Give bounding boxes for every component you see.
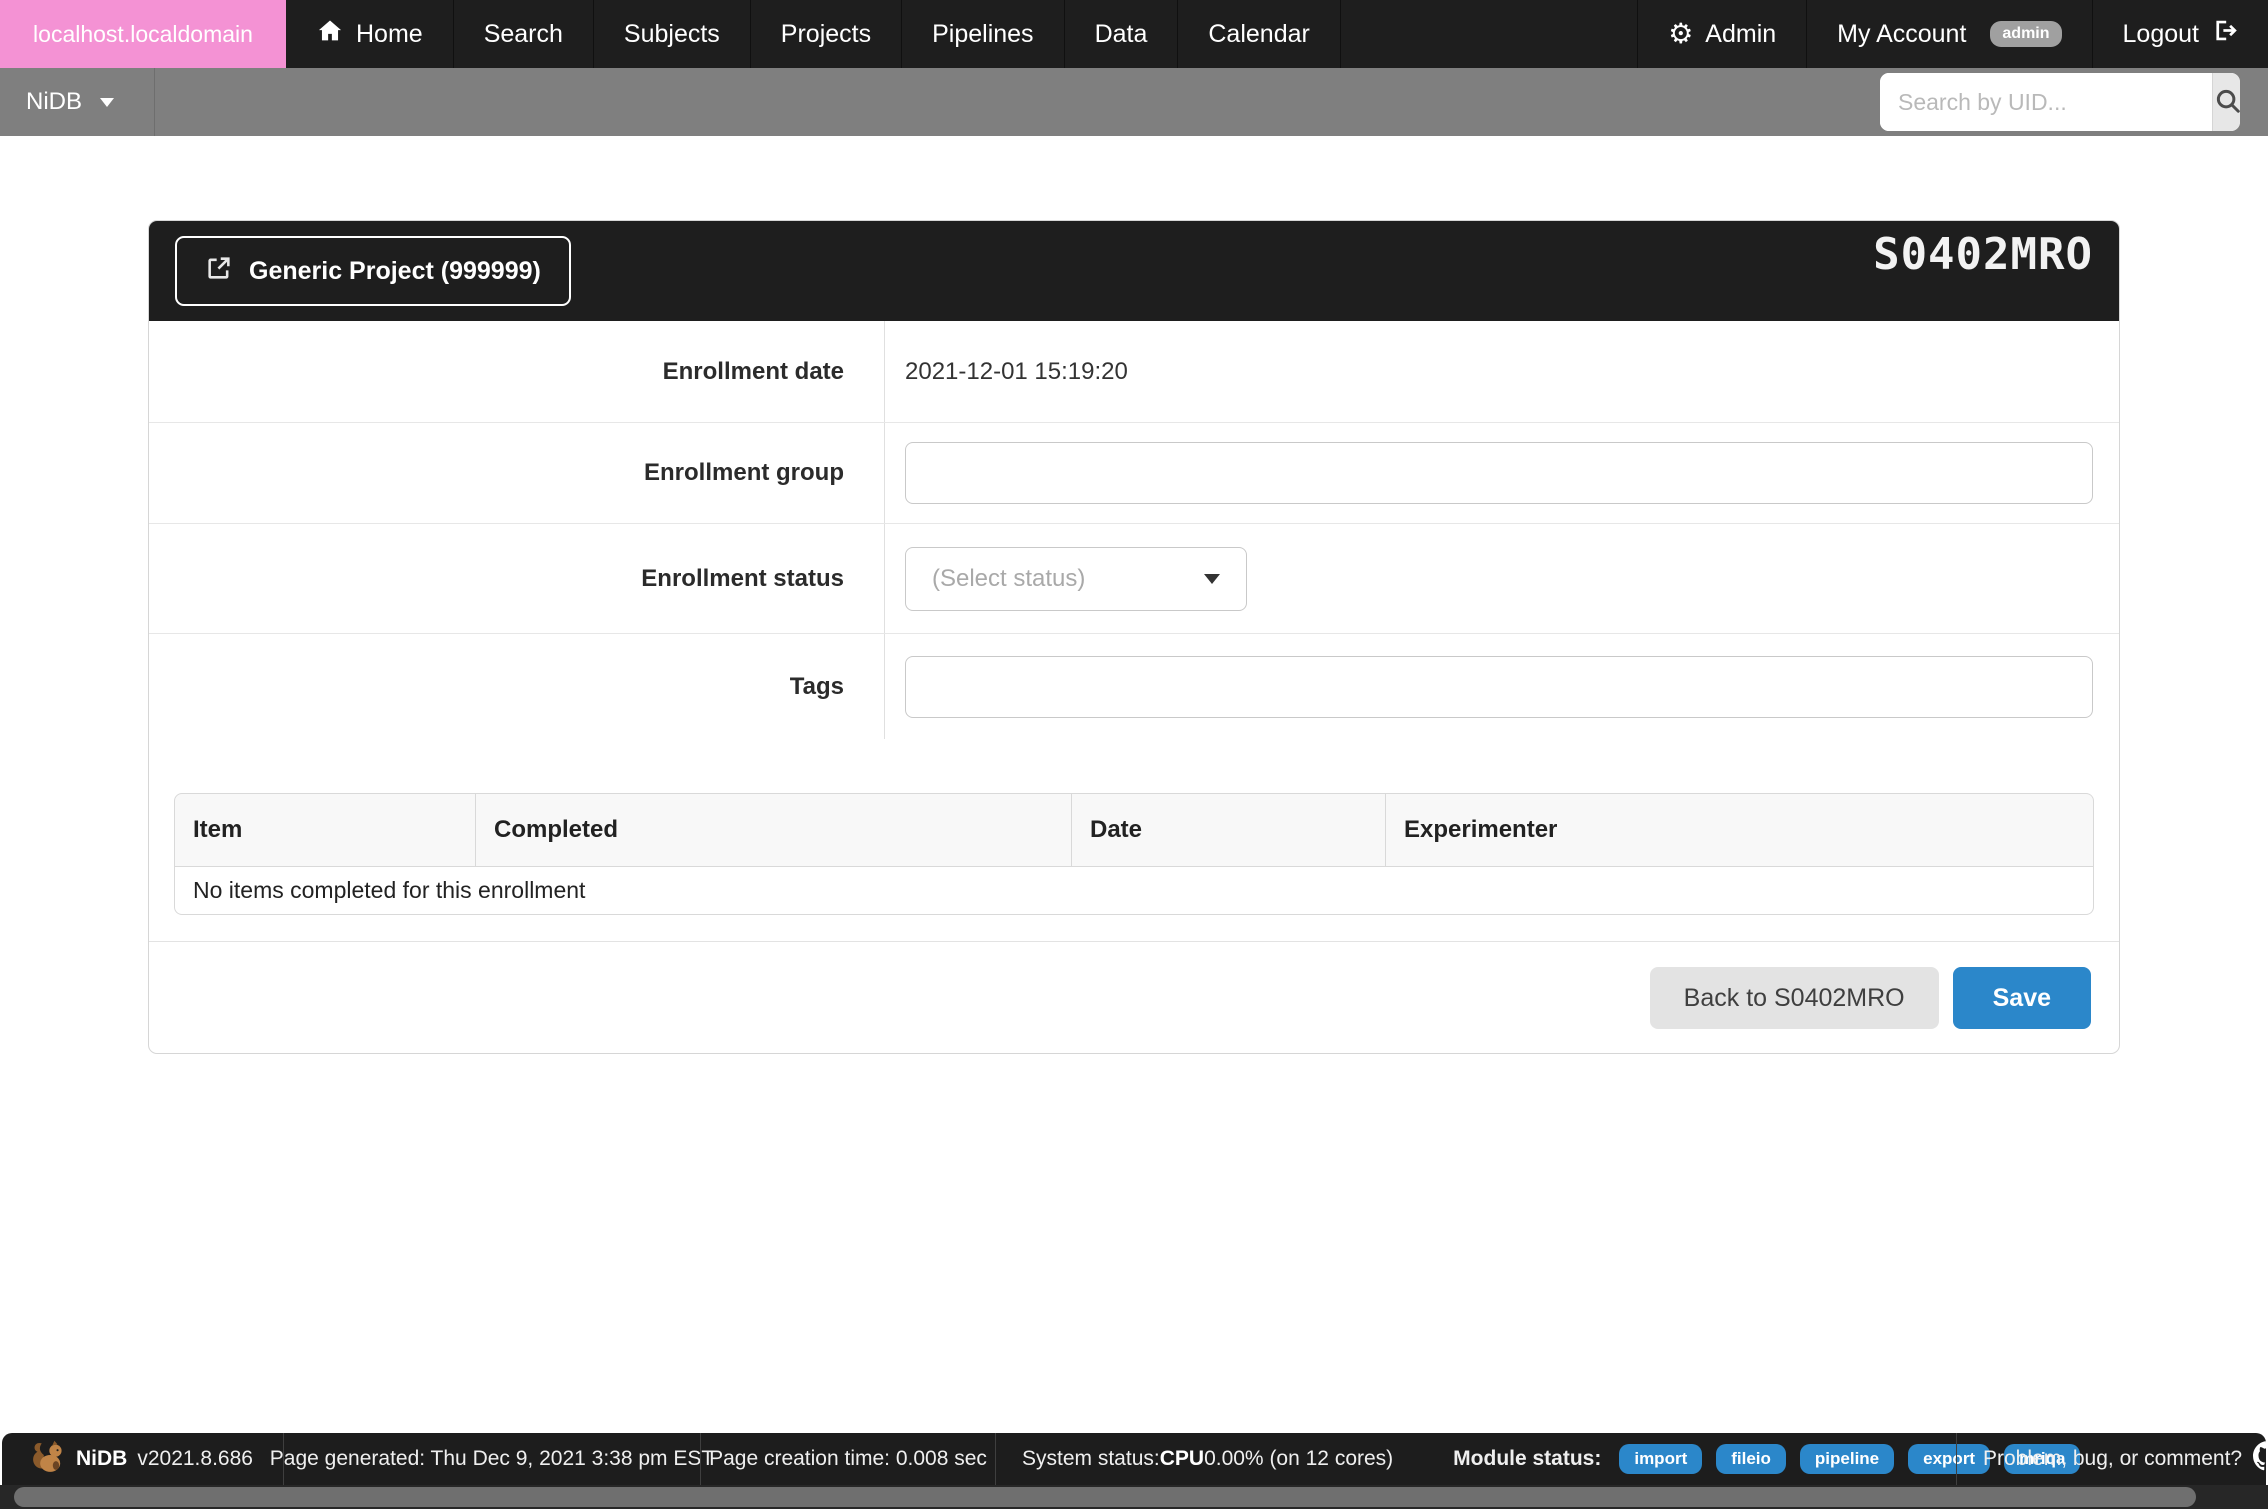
items-table: Item Completed Date Experimenter No item… <box>174 793 2094 915</box>
uid-search-input[interactable] <box>1880 73 2212 131</box>
external-link-icon <box>205 254 233 289</box>
nav-item-label: Subjects <box>624 20 720 49</box>
footer-app-name: NiDB <box>76 1447 127 1471</box>
github-icon <box>2253 1441 2266 1477</box>
footer-brand-section: NiDB v2021.8.686 <box>2 1433 283 1485</box>
home-icon <box>316 17 344 52</box>
search-icon <box>2213 86 2240 119</box>
top-navbar: localhost.localdomain Home Search Subjec… <box>0 0 2268 68</box>
gear-icon: ⚙ <box>1668 20 1693 48</box>
back-button[interactable]: Back to S0402MRO <box>1650 967 1939 1029</box>
uid-search-group <box>1880 73 2240 131</box>
enrollment-date-value: 2021-12-01 15:19:20 <box>905 358 1128 386</box>
nav-right-group: ⚙ Admin My Account admin Logout <box>1637 0 2268 68</box>
nav-item-projects[interactable]: Projects <box>751 0 902 68</box>
brand-tab[interactable]: localhost.localdomain <box>0 0 286 68</box>
nav-item-data[interactable]: Data <box>1065 0 1179 68</box>
card-footer: Back to S0402MRO Save <box>149 941 2119 1053</box>
enrollment-group-input[interactable] <box>905 442 2093 504</box>
field-label: Enrollment status <box>149 524 885 633</box>
form-row-enrollment-date: Enrollment date 2021-12-01 15:19:20 <box>149 321 2119 423</box>
cpu-label: CPU <box>1160 1447 1204 1471</box>
column-header-item: Item <box>174 793 476 867</box>
page-footer: NiDB v2021.8.686 Page generated: Thu Dec… <box>2 1433 2266 1485</box>
card-header: Generic Project (999999) S0402MRO <box>149 221 2119 321</box>
feedback-prompt: Problem, bug, or comment? <box>1983 1447 2242 1471</box>
nav-item-label: Calendar <box>1208 20 1309 49</box>
form-row-tags: Tags <box>149 634 2119 739</box>
nav-item-admin[interactable]: ⚙ Admin <box>1637 0 1806 68</box>
nav-item-label: My Account <box>1837 20 1966 49</box>
form-row-enrollment-group: Enrollment group <box>149 423 2119 524</box>
subject-id: S0402MRO <box>1873 229 2093 280</box>
column-header-completed: Completed <box>476 793 1072 867</box>
footer-page-creation-time: Page creation time: 0.008 sec <box>700 1433 995 1485</box>
nav-item-calendar[interactable]: Calendar <box>1178 0 1340 68</box>
nav-item-label: Admin <box>1705 20 1776 49</box>
field-label: Tags <box>149 634 885 739</box>
nav-item-search[interactable]: Search <box>454 0 594 68</box>
table-empty-row: No items completed for this enrollment <box>174 867 2094 915</box>
enrollment-status-select[interactable]: (Select status) <box>905 547 1247 611</box>
footer-module-status-label: Module status: <box>1453 1447 1601 1471</box>
nav-item-label: Data <box>1095 20 1148 49</box>
field-label: Enrollment date <box>149 321 885 422</box>
chevron-down-icon <box>100 98 114 107</box>
nav-item-label: Home <box>356 20 423 49</box>
logout-icon <box>2211 17 2238 51</box>
footer-version: v2021.8.686 <box>137 1447 253 1471</box>
caret-down-icon <box>1204 574 1220 584</box>
nav-item-label: Logout <box>2123 20 2199 49</box>
module-badge-fileio[interactable]: fileio <box>1716 1444 1786 1474</box>
nav-spacer <box>1341 0 1637 68</box>
field-label: Enrollment group <box>149 423 885 523</box>
footer-feedback-section: Problem, bug, or comment? Re <box>1956 1433 2266 1485</box>
save-button[interactable]: Save <box>1953 967 2091 1029</box>
project-link-button[interactable]: Generic Project (999999) <box>175 236 571 306</box>
app-subbar: NiDB <box>0 68 2268 136</box>
project-link-label: Generic Project (999999) <box>249 257 541 286</box>
uid-search-button[interactable] <box>2212 73 2240 131</box>
nav-item-subjects[interactable]: Subjects <box>594 0 751 68</box>
nav-item-label: Search <box>484 20 563 49</box>
nav-item-label: Pipelines <box>932 20 1033 49</box>
account-role-badge: admin <box>1990 21 2061 47</box>
page: localhost.localdomain Home Search Subjec… <box>0 0 2268 1509</box>
cpu-detail: 0.00% (on 12 cores) <box>1204 1447 1393 1471</box>
module-badge-import[interactable]: import <box>1619 1444 1702 1474</box>
table-empty-message: No items completed for this enrollment <box>174 867 2094 915</box>
system-status-label: System status: <box>1022 1447 1160 1471</box>
nav-item-my-account[interactable]: My Account admin <box>1806 0 2091 68</box>
column-header-experimenter: Experimenter <box>1386 793 2094 867</box>
nav-item-logout[interactable]: Logout <box>2092 0 2268 68</box>
nav-item-home[interactable]: Home <box>286 0 454 68</box>
scrollbar-thumb[interactable] <box>14 1487 2196 1507</box>
column-header-date: Date <box>1072 793 1386 867</box>
content-area: Generic Project (999999) S0402MRO Enroll… <box>0 136 2268 1433</box>
horizontal-scrollbar[interactable] <box>0 1485 2268 1509</box>
nav-item-pipelines[interactable]: Pipelines <box>902 0 1064 68</box>
enrollment-card: Generic Project (999999) S0402MRO Enroll… <box>148 220 2120 1054</box>
nav-item-label: Projects <box>781 20 871 49</box>
select-placeholder: (Select status) <box>932 565 1085 593</box>
nidb-menu-label: NiDB <box>26 88 82 116</box>
nidb-menu[interactable]: NiDB <box>0 68 155 136</box>
footer-page-generated: Page generated: Thu Dec 9, 2021 3:38 pm … <box>283 1433 700 1485</box>
footer-system-status-section: System status:CPU0.00% (on 12 cores) Mod… <box>995 1433 1956 1485</box>
form-row-enrollment-status: Enrollment status (Select status) <box>149 524 2119 634</box>
module-badge-pipeline[interactable]: pipeline <box>1800 1444 1894 1474</box>
tags-input[interactable] <box>905 656 2093 718</box>
nidb-logo-squirrel-icon <box>28 1437 66 1481</box>
